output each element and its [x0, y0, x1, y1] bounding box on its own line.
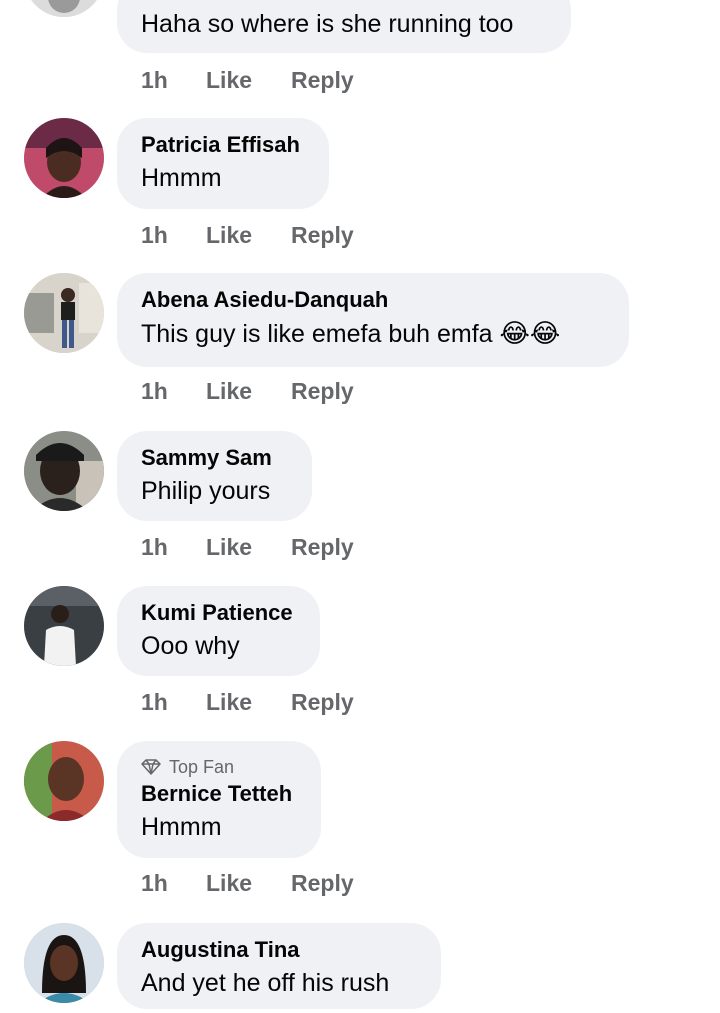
avatar[interactable]: [24, 741, 104, 821]
reply-button[interactable]: Reply: [291, 870, 354, 897]
commenter-name[interactable]: Sammy Sam: [141, 443, 288, 473]
avatar[interactable]: [24, 118, 104, 198]
badge-label: Top Fan: [169, 757, 235, 777]
comment-text-content: This guy is like emefa buh emfa: [141, 320, 493, 348]
comment-text: And yet he off his rush: [141, 969, 390, 997]
comment-time[interactable]: 1h: [141, 689, 206, 716]
reply-button[interactable]: Reply: [291, 689, 354, 716]
comment-time[interactable]: 1h: [141, 222, 206, 249]
like-button[interactable]: Like: [206, 222, 291, 249]
comment-text: Hmmm: [141, 164, 222, 192]
comment-actions: 1h Like Reply: [141, 534, 354, 561]
comment-bubble[interactable]: Sammy Sam Philip yours: [117, 431, 312, 521]
comment-time[interactable]: 1h: [141, 378, 206, 405]
comment-time[interactable]: 1h: [141, 870, 206, 897]
reply-button[interactable]: Reply: [291, 67, 354, 94]
reply-button[interactable]: Reply: [291, 534, 354, 561]
avatar-image: [24, 431, 104, 511]
comment-actions: 1h Like Reply: [141, 870, 354, 897]
avatar-image: [24, 741, 104, 821]
commenter-name[interactable]: Patricia Effisah: [141, 130, 305, 160]
avatar-image: [24, 586, 104, 666]
comment-time[interactable]: 1h: [141, 534, 206, 561]
comment-text: Ooo why: [141, 632, 240, 660]
like-button[interactable]: Like: [206, 378, 291, 405]
laughing-emoji-icon: 😂😂: [499, 318, 561, 348]
avatar-image: [24, 923, 104, 1003]
comment-text: Hmmm: [141, 813, 222, 841]
top-fan-badge: Top Fan: [141, 755, 297, 779]
avatar[interactable]: [24, 923, 104, 1003]
like-button[interactable]: Like: [206, 870, 291, 897]
avatar-image: [24, 118, 104, 198]
like-button[interactable]: Like: [206, 67, 291, 94]
comment-text: Haha so where is she running too: [141, 10, 514, 38]
comment-bubble[interactable]: Haha so where is she running too: [117, 0, 571, 53]
comment-bubble[interactable]: Kumi Patience Ooo why: [117, 586, 320, 676]
commenter-name[interactable]: Bernice Tetteh: [141, 779, 297, 809]
comment-bubble[interactable]: Abena Asiedu-Danquah This guy is like em…: [117, 273, 629, 367]
comment-actions: 1h Like Reply: [141, 67, 354, 94]
like-button[interactable]: Like: [206, 689, 291, 716]
comment-text: Philip yours: [141, 477, 271, 505]
avatar[interactable]: [24, 273, 104, 353]
commenter-name[interactable]: Kumi Patience: [141, 598, 296, 628]
comment-text: This guy is like emefa buh emfa 😂😂: [141, 315, 605, 352]
comment-time[interactable]: 1h: [141, 67, 206, 94]
diamond-icon: [141, 759, 161, 775]
reply-button[interactable]: Reply: [291, 222, 354, 249]
comment-bubble[interactable]: Top Fan Bernice Tetteh Hmmm: [117, 741, 321, 858]
like-button[interactable]: Like: [206, 534, 291, 561]
comment-bubble[interactable]: Patricia Effisah Hmmm: [117, 118, 329, 209]
avatar[interactable]: [24, 586, 104, 666]
comment-actions: 1h Like Reply: [141, 222, 354, 249]
commenter-name[interactable]: Augustina Tina: [141, 935, 417, 965]
avatar-image: [24, 273, 104, 353]
commenter-name[interactable]: Abena Asiedu-Danquah: [141, 285, 605, 315]
comment-actions: 1h Like Reply: [141, 378, 354, 405]
reply-button[interactable]: Reply: [291, 378, 354, 405]
comment-actions: 1h Like Reply: [141, 689, 354, 716]
comment-bubble[interactable]: Augustina Tina And yet he off his rush: [117, 923, 441, 1009]
avatar-image: [24, 0, 104, 17]
avatar[interactable]: [24, 0, 104, 17]
avatar[interactable]: [24, 431, 104, 511]
